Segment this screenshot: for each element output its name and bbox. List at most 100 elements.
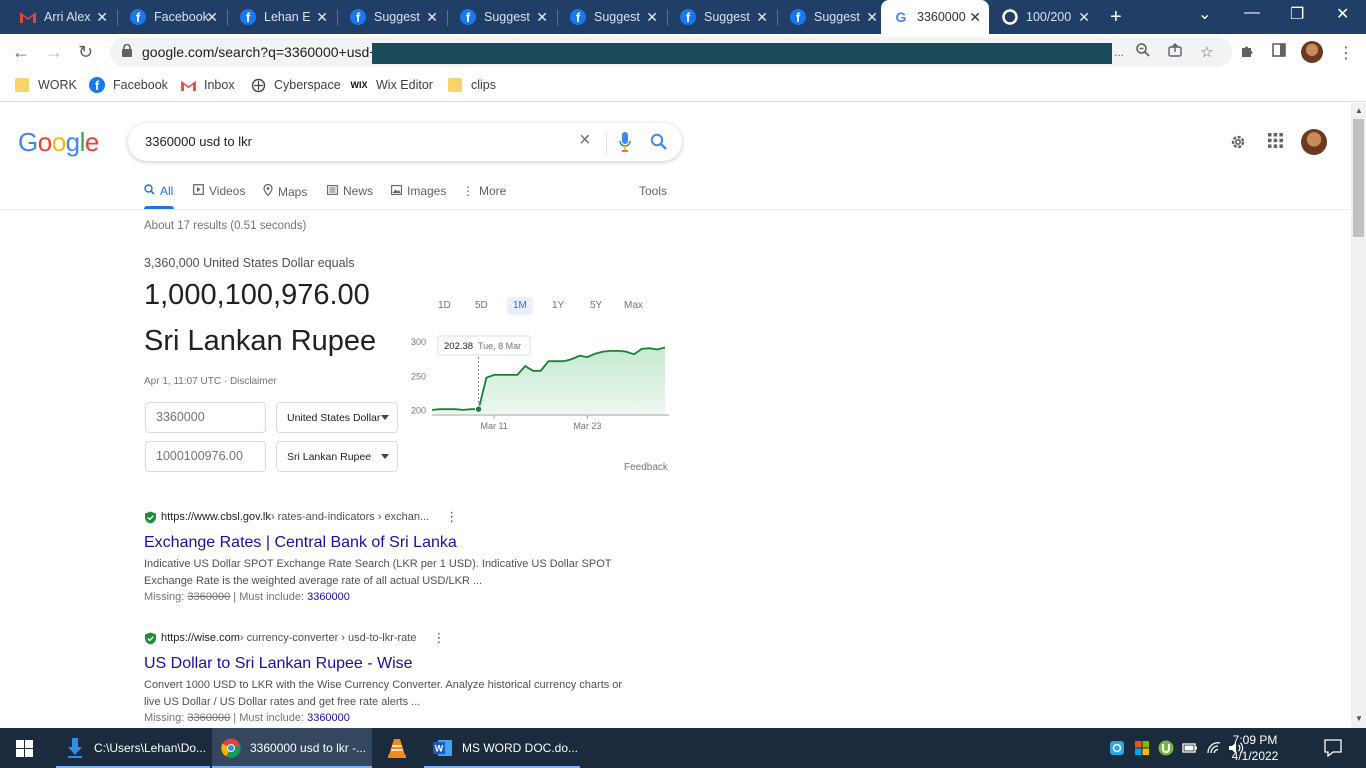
page-scrollbar[interactable]: ▲ ▼	[1351, 103, 1366, 728]
tab-videos[interactable]: Videos	[193, 184, 245, 198]
tab-news[interactable]: News	[327, 184, 373, 198]
must-include-link[interactable]: 3360000	[307, 712, 350, 724]
range-max[interactable]: Max	[624, 300, 643, 311]
bookmark-work[interactable]: WORK	[14, 77, 77, 93]
tab-facebook-7[interactable]: f Suggest ✕	[778, 0, 886, 34]
scroll-thumb[interactable]	[1353, 119, 1364, 237]
new-tab-button[interactable]: +	[1110, 6, 1122, 29]
verified-shield-icon	[145, 511, 156, 523]
tray-security-icon[interactable]	[1134, 740, 1150, 756]
bookmark-wix-editor[interactable]: WIX Wix Editor	[350, 77, 433, 93]
range-5d[interactable]: 5D	[475, 300, 488, 311]
account-avatar[interactable]	[1301, 129, 1327, 155]
share-icon[interactable]	[1168, 43, 1182, 61]
result-title-link[interactable]: Exchange Rates | Central Bank of Sri Lan…	[144, 534, 634, 552]
search-icon[interactable]	[650, 133, 668, 151]
apps-grid-icon[interactable]	[1268, 133, 1283, 153]
logo-letter: o	[37, 127, 52, 157]
close-icon[interactable]: ✕	[316, 9, 328, 26]
taskbar-explorer[interactable]: C:\Users\Lehan\Do...	[56, 728, 210, 768]
tab-search-icon[interactable]: ⌄	[1198, 4, 1211, 24]
to-amount-input[interactable]: 1000100976.00	[145, 441, 266, 472]
feedback-link[interactable]: Feedback	[624, 462, 668, 473]
bookmark-inbox[interactable]: Inbox	[180, 77, 235, 93]
tab-facebook-3[interactable]: f Suggest ✕	[338, 0, 446, 34]
restore-button[interactable]: ❐	[1290, 4, 1304, 24]
to-currency-select[interactable]: Sri Lankan Rupee	[276, 441, 398, 472]
tab-facebook-4[interactable]: f Suggest ✕	[448, 0, 556, 34]
more-options-icon[interactable]: ⋮	[433, 630, 446, 646]
extensions-icon[interactable]	[1240, 43, 1255, 62]
start-button[interactable]	[0, 728, 48, 768]
scroll-up-arrow-icon[interactable]: ▲	[1355, 106, 1363, 115]
voice-search-icon[interactable]	[619, 132, 631, 152]
close-icon[interactable]: ✕	[866, 9, 878, 26]
exchange-rate-chart[interactable]: 300 250 200 Mar 11 Mar 23 202.38 Tue, 8 Mar	[405, 333, 670, 438]
bookmark-star-icon[interactable]: ☆	[1200, 43, 1213, 61]
google-icon: G	[893, 9, 909, 25]
address-bar[interactable]: google.com/search?q=3360000+usd+ ... ☆	[110, 37, 1232, 67]
must-include-link[interactable]: 3360000	[307, 591, 350, 603]
close-icon[interactable]: ✕	[96, 9, 108, 26]
taskbar-word[interactable]: W MS WORD DOC.do...	[424, 728, 580, 768]
scroll-down-arrow-icon[interactable]: ▼	[1355, 714, 1363, 723]
tab-google-2[interactable]: 100/200 ✕	[990, 0, 1098, 34]
tray-app-icon[interactable]	[1109, 740, 1125, 756]
battery-icon[interactable]	[1182, 740, 1198, 756]
tab-facebook-1[interactable]: f Facebook ✕	[118, 0, 226, 34]
close-icon[interactable]: ✕	[756, 9, 768, 26]
taskbar-clock[interactable]: 7:09 PM 4/1/2022	[1227, 732, 1283, 764]
taskbar-chrome[interactable]: 3360000 usd to lkr -...	[212, 728, 372, 768]
bookmark-clips[interactable]: clips	[447, 77, 496, 93]
from-currency-select[interactable]: United States Dollar	[276, 402, 398, 433]
zoom-icon[interactable]	[1136, 43, 1150, 61]
tab-google-active[interactable]: G 3360000 ✕	[881, 0, 989, 34]
range-1y[interactable]: 1Y	[552, 300, 564, 311]
bookmarks-bar: WORK f Facebook Inbox Cyberspace WIX Wix…	[0, 70, 1366, 102]
range-1m[interactable]: 1M	[513, 300, 527, 311]
tools-button[interactable]: Tools	[639, 184, 667, 198]
tab-images[interactable]: Images	[391, 184, 446, 198]
notifications-icon[interactable]	[1324, 739, 1342, 757]
side-panel-icon[interactable]	[1272, 43, 1286, 61]
settings-gear-icon[interactable]	[1229, 133, 1247, 156]
result-url-line[interactable]: https://www.cbsl.gov.lk › rates-and-indi…	[144, 509, 634, 525]
google-logo[interactable]: Google	[18, 127, 99, 158]
search-input[interactable]: 3360000 usd to lkr	[145, 134, 252, 149]
bookmark-facebook[interactable]: f Facebook	[89, 77, 168, 93]
close-icon[interactable]: ✕	[206, 9, 218, 26]
bookmark-cyberspace[interactable]: Cyberspace	[250, 77, 341, 93]
taskbar-vlc[interactable]	[378, 728, 418, 768]
tab-facebook-5[interactable]: f Suggest ✕	[558, 0, 666, 34]
wifi-icon[interactable]	[1206, 740, 1222, 756]
minimize-button[interactable]: —	[1244, 4, 1260, 22]
range-5y[interactable]: 5Y	[590, 300, 602, 311]
tab-facebook-2[interactable]: f Lehan E ✕	[228, 0, 336, 34]
tab-all[interactable]: All	[144, 184, 173, 198]
reload-button[interactable]: ↻	[78, 42, 93, 63]
result-url-line[interactable]: https://wise.com › currency-converter › …	[144, 630, 634, 646]
rate-timestamp[interactable]: Apr 1, 11:07 UTC · Disclaimer	[144, 376, 277, 387]
search-box[interactable]: 3360000 usd to lkr ×	[128, 123, 682, 161]
chart-x-tick-label: Mar 23	[573, 421, 601, 431]
profile-avatar[interactable]	[1301, 41, 1323, 63]
tab-facebook-6[interactable]: f Suggest ✕	[668, 0, 776, 34]
close-icon[interactable]: ✕	[1078, 9, 1090, 26]
range-1d[interactable]: 1D	[438, 300, 451, 311]
forward-button[interactable]: →	[45, 42, 63, 63]
tab-gmail[interactable]: Arri Alex ✕	[8, 0, 116, 34]
close-window-button[interactable]: ✕	[1336, 4, 1349, 24]
tray-utorrent-icon[interactable]	[1158, 740, 1174, 756]
close-icon[interactable]: ✕	[969, 9, 981, 26]
tab-more[interactable]: ⋮ More	[462, 184, 506, 198]
close-icon[interactable]: ✕	[646, 9, 658, 26]
from-amount-input[interactable]: 3360000	[145, 402, 266, 433]
chrome-menu-icon[interactable]: ⋮	[1338, 43, 1354, 63]
clear-search-icon[interactable]: ×	[579, 129, 591, 152]
close-icon[interactable]: ✕	[536, 9, 548, 26]
result-title-link[interactable]: US Dollar to Sri Lankan Rupee - Wise	[144, 655, 634, 673]
tab-maps[interactable]: Maps	[263, 183, 307, 199]
close-icon[interactable]: ✕	[426, 9, 438, 26]
more-options-icon[interactable]: ⋮	[445, 509, 458, 525]
back-button[interactable]: ←	[12, 42, 30, 63]
